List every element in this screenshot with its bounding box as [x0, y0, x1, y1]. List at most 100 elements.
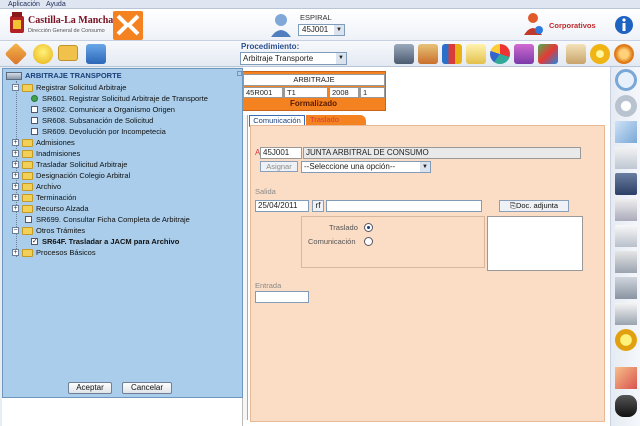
- gear-icon[interactable]: [590, 44, 610, 64]
- menu-item-aplicacion[interactable]: Aplicación: [8, 0, 40, 9]
- user-code-value: 45J001: [302, 25, 329, 34]
- document-icon[interactable]: [615, 121, 637, 143]
- search-icon[interactable]: [615, 69, 637, 91]
- books-icon[interactable]: [442, 44, 462, 64]
- radio-dot-icon: [367, 226, 370, 229]
- person-search-icon[interactable]: [418, 44, 438, 64]
- expand-toggle-icon[interactable]: −: [12, 227, 19, 234]
- menu-bar: Aplicación Ayuda: [0, 0, 640, 9]
- clip-icon[interactable]: [615, 251, 637, 273]
- tree-folder-label[interactable]: Admisiones: [36, 137, 75, 148]
- tree-folder-label[interactable]: Inadmisiones: [36, 148, 80, 159]
- task-checkbox[interactable]: [31, 117, 38, 124]
- tree-task-label[interactable]: SR609. Devolución por Incompetecia: [42, 126, 166, 137]
- procedure-select[interactable]: Arbitraje Transporte ▼: [240, 52, 347, 65]
- procedure-value: Arbitraje Transporte: [243, 54, 314, 63]
- notes-textarea[interactable]: [487, 216, 583, 271]
- stamp-icon[interactable]: [514, 44, 534, 64]
- expand-toggle-icon[interactable]: +: [12, 205, 19, 212]
- chevron-down-icon: ▼: [334, 25, 344, 35]
- expand-toggle-icon[interactable]: +: [12, 172, 19, 179]
- database-icon[interactable]: [86, 44, 106, 64]
- folder-icon[interactable]: [58, 45, 78, 61]
- tree-task-label[interactable]: SR608. Subsanación de Solicitud: [42, 115, 153, 126]
- tree-task-label[interactable]: SR601. Registrar Solicitud Arbitraje de …: [42, 93, 208, 104]
- folder-icon: [22, 204, 33, 213]
- org-code-field[interactable]: 45J001: [260, 147, 302, 159]
- binoculars-icon[interactable]: [615, 395, 637, 417]
- record-field-number: 45R001: [243, 87, 283, 98]
- expand-toggle-icon[interactable]: −: [12, 84, 19, 91]
- stack-icon[interactable]: [615, 277, 637, 299]
- tree-folder-label[interactable]: Otros Trámites: [36, 225, 85, 236]
- folder-icon: [22, 160, 33, 169]
- user-name: ESPIRAL: [300, 13, 332, 22]
- doc-attach-button[interactable]: ⎘Doc. adjunta: [499, 200, 569, 212]
- entrada-date-field[interactable]: [255, 291, 309, 303]
- card-icon[interactable]: [466, 44, 486, 64]
- tree-folder-label[interactable]: Registrar Solicitud Arbitraje: [36, 82, 126, 93]
- procedure-label: Procedimiento:: [241, 42, 300, 51]
- tree-folder-label[interactable]: Terminación: [36, 192, 76, 203]
- underlying-page-edge: [243, 115, 248, 420]
- chevron-down-icon: ▼: [420, 162, 430, 172]
- folder-icon: [22, 193, 33, 202]
- task-checkbox[interactable]: [31, 106, 38, 113]
- brand-logo-icon: [113, 11, 143, 40]
- sun-icon[interactable]: [615, 329, 637, 351]
- task-checkbox[interactable]: [31, 128, 38, 135]
- traslado-radio[interactable]: [364, 223, 373, 232]
- back-icon[interactable]: [615, 95, 637, 117]
- laptop-icon[interactable]: [394, 44, 414, 64]
- record-summary: ARBITRAJE 45R001 T1 2008 1 Formalizado: [241, 71, 386, 111]
- ruler-icon[interactable]: [4, 42, 28, 66]
- scroll-icon[interactable]: [566, 44, 586, 64]
- menu-item-ayuda[interactable]: Ayuda: [46, 0, 66, 9]
- delete-icon[interactable]: [615, 199, 637, 221]
- expand-toggle-icon[interactable]: +: [12, 139, 19, 146]
- star-icon[interactable]: [614, 44, 634, 64]
- tree-folder-label[interactable]: Procesos Básicos: [36, 247, 96, 258]
- option-select[interactable]: --Seleccione una opción-- ▼: [301, 161, 431, 173]
- folders-icon[interactable]: [615, 147, 637, 169]
- corporate-label[interactable]: Corporativos: [549, 21, 596, 30]
- chevron-down-icon: ▼: [336, 53, 346, 64]
- tree-root-label[interactable]: ARBITRAJE TRANSPORTE: [25, 70, 122, 81]
- expand-toggle-icon[interactable]: +: [12, 161, 19, 168]
- tree-folder-label[interactable]: Designación Colegio Arbitral: [36, 170, 130, 181]
- save-icon[interactable]: [615, 173, 637, 195]
- tree-task-label[interactable]: SR602. Comunicar a Organismo Origen: [42, 104, 175, 115]
- expand-toggle-icon[interactable]: +: [12, 194, 19, 201]
- info-icon[interactable]: [614, 15, 634, 35]
- cancel-icon[interactable]: [615, 367, 637, 389]
- form-panel: A 45J001 JUNTA ARBITRAL DE CONSUMO Asign…: [250, 125, 605, 422]
- resize-handle-icon[interactable]: [237, 71, 242, 76]
- folder-icon: [22, 83, 33, 92]
- expand-toggle-icon[interactable]: +: [12, 183, 19, 190]
- user-code-select[interactable]: 45J001 ▼: [298, 24, 345, 36]
- lightbulb-icon[interactable]: [33, 44, 53, 64]
- accept-button[interactable]: Aceptar: [68, 382, 112, 394]
- tree-task-label[interactable]: SR699. Consultar Ficha Completa de Arbit…: [36, 214, 190, 225]
- tree-task-label[interactable]: SR64F. Trasladar a JACM para Archivo: [42, 236, 179, 247]
- assign-button[interactable]: Asignar: [260, 161, 298, 172]
- pie-chart-icon[interactable]: [490, 44, 510, 64]
- user-avatar-icon: [271, 14, 291, 37]
- tree-folder-label[interactable]: Recurso Alzada: [36, 203, 89, 214]
- salida-reference-field[interactable]: [326, 200, 482, 212]
- salida-date-field[interactable]: 25/04/2011: [255, 200, 309, 212]
- task-checkbox[interactable]: ✓: [31, 238, 38, 245]
- rf-button[interactable]: rf: [312, 200, 324, 212]
- expand-toggle-icon[interactable]: +: [12, 150, 19, 157]
- expand-toggle-icon[interactable]: +: [12, 249, 19, 256]
- comunicacion-label: Comunicación: [308, 237, 356, 246]
- task-checkbox[interactable]: [25, 216, 32, 223]
- comunicacion-radio[interactable]: [364, 237, 373, 246]
- tree-folder-label[interactable]: Archivo: [36, 181, 61, 192]
- puzzle-icon[interactable]: [538, 44, 558, 64]
- folder-icon: [22, 226, 33, 235]
- printer-icon[interactable]: [615, 303, 637, 325]
- tree-folder-label[interactable]: Trasladar Solicitud Arbitraje: [36, 159, 127, 170]
- cancel-button[interactable]: Cancelar: [122, 382, 172, 394]
- print-icon[interactable]: [615, 225, 637, 247]
